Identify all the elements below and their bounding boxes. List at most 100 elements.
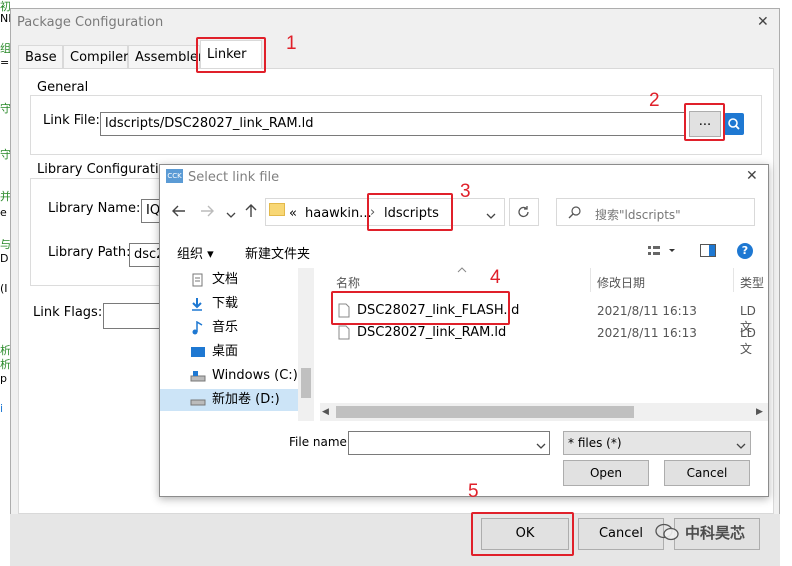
code-fragment: 与 [0,238,10,251]
dialog-title: Package Configuration [17,15,164,30]
library-path-label: Library Path: [48,245,131,260]
sidebar-item-documents[interactable]: 文档 [160,269,300,291]
sidebar-item-label: 音乐 [212,320,239,335]
column-divider [590,268,591,292]
breadcrumb-overflow[interactable]: « [289,206,297,221]
column-header-name[interactable]: 名称 [336,274,360,291]
app-icon: CCK [166,169,183,183]
document-icon [190,273,204,287]
file-type-filter-value: * files (*) [568,436,622,450]
code-fragment: 并 [0,190,10,203]
background-code-editor: 初始化*/ NI 组 = 守 守 并 e 与 D (I 析 析 p i [0,0,10,566]
cancel-button[interactable]: Cancel [578,518,664,550]
help-icon[interactable]: ? [737,243,753,259]
file-cancel-button[interactable]: Cancel [664,460,750,486]
search-icon[interactable] [724,113,744,135]
link-file-input[interactable]: ldscripts/DSC28027_link_RAM.ld [100,112,686,136]
link-file-label: Link File: [43,113,100,128]
recent-locations-chevron-icon[interactable] [226,208,236,222]
forward-arrow-icon[interactable] [200,205,214,221]
general-group-label: General [34,80,92,95]
file-type-filter[interactable]: * files (*) [563,431,751,455]
annotation-number: 4 [490,267,501,288]
scroll-right-icon[interactable]: ▶ [756,407,763,417]
code-fragment: = [0,56,10,69]
file-row[interactable]: DSC28027_link_RAM.ld 2021/8/11 16:13 LD … [334,322,768,356]
annotation-number: 2 [649,90,660,111]
chevron-down-icon [736,439,746,453]
file-modified: 2021/8/11 16:13 [597,304,697,318]
library-name-label: Library Name: [48,201,141,216]
music-icon [190,320,204,335]
sidebar-item-label: Windows (C:) [212,368,298,383]
file-list-scrollbar[interactable]: ◀ ▶ [320,403,768,421]
column-divider [733,268,734,292]
file-name: DSC28027_link_RAM.ld [357,325,507,340]
code-fragment: 组 [0,42,10,55]
library-configuration-group [30,178,170,286]
code-fragment: e [0,206,7,219]
file-icon [338,325,350,343]
desktop-icon [190,345,205,359]
code-fragment: 守 [0,148,10,161]
file-dialog-title: Select link file [188,170,280,185]
annotation-box-folder [367,193,453,231]
close-icon[interactable]: ✕ [746,168,758,184]
code-fragment: (I [0,282,8,295]
file-name-input[interactable] [348,431,550,455]
sidebar-item-label: 桌面 [212,344,239,359]
download-icon [190,297,204,311]
annotation-number: 3 [460,181,471,202]
view-options-icon[interactable] [647,244,677,261]
column-header-modified[interactable]: 修改日期 [597,274,645,291]
code-fragment: p [0,372,7,385]
navigation-pane: 文档 下载 音乐 桌面 Windows (C:) 新加卷 (D:) [160,264,314,421]
open-button[interactable]: Open [563,460,649,486]
sidebar-item-drive-c[interactable]: Windows (C:) [160,365,300,387]
scrollbar-thumb[interactable] [336,406,634,418]
wechat-icon [654,522,680,545]
annotation-box-linker-tab [196,37,266,73]
scrollbar-thumb[interactable] [301,368,311,398]
column-header-type[interactable]: 类型 [740,274,764,291]
preview-pane-icon[interactable] [700,244,716,257]
sidebar-item-label: 下载 [212,296,239,311]
drive-icon [190,369,206,383]
sort-indicator-icon [457,262,467,276]
code-fragment: i [0,402,4,415]
up-arrow-icon[interactable] [245,204,257,221]
annotation-number: 5 [468,481,479,502]
navigation-scrollbar[interactable] [298,268,314,421]
library-group-label: Library Configuration [34,162,178,177]
folder-icon [269,203,285,216]
tab-assembler[interactable]: Assembler [128,45,203,68]
new-folder-button[interactable]: 新建文件夹 [245,243,310,262]
back-arrow-icon[interactable] [172,205,186,221]
drive-icon [190,393,206,407]
scroll-left-icon[interactable]: ◀ [322,407,329,417]
tab-base[interactable]: Base [18,45,63,68]
refresh-button[interactable] [509,198,539,226]
sidebar-item-desktop[interactable]: 桌面 [160,341,300,363]
organize-menu[interactable]: 组织 ▾ [177,243,214,262]
sidebar-item-downloads[interactable]: 下载 [160,293,300,315]
code-fragment: D [0,252,9,265]
sidebar-item-drive-d[interactable]: 新加卷 (D:) [160,389,300,411]
code-fragment: 析 [0,358,10,371]
file-type: LD 文 [740,326,756,356]
file-name-label: File name: [289,435,351,449]
breadcrumb-parent[interactable]: haawkin... [305,206,372,221]
close-icon[interactable]: ✕ [757,14,769,30]
address-dropdown-chevron-icon[interactable] [486,209,496,223]
code-fragment: NI [0,12,10,25]
tab-compiler[interactable]: Compiler [63,45,129,68]
sidebar-item-label: 文档 [212,272,239,287]
code-fragment: 守 [0,102,10,115]
search-icon [568,205,582,222]
annotation-number: 1 [286,33,297,54]
file-name-dropdown-icon[interactable] [536,439,546,453]
annotation-box-browse [684,103,725,141]
sidebar-item-music[interactable]: 音乐 [160,317,300,339]
annotation-box-flash-file [331,291,510,325]
annotation-box-ok [471,512,574,556]
